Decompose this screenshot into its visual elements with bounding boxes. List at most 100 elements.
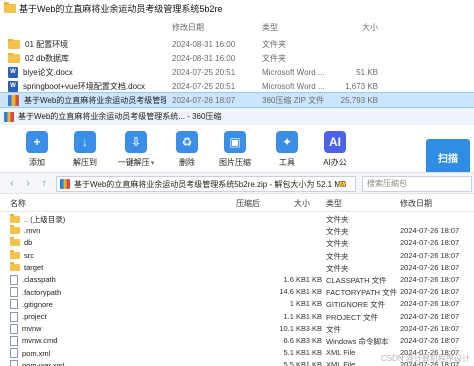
- archive-row[interactable]: .. (上级目录) 文件夹: [0, 212, 474, 224]
- column-type[interactable]: 类型: [262, 22, 278, 33]
- archive-item-name: target: [24, 262, 44, 272]
- image-compress-icon: ▣: [224, 131, 246, 153]
- archive-item-name: .factorypath: [22, 287, 62, 297]
- file-icon: [10, 274, 18, 285]
- zip-app-icon: [4, 111, 14, 122]
- file-type: Microsoft Word ...: [262, 81, 325, 91]
- file-date: 2024-07-26 18:07: [172, 95, 236, 105]
- folder-icon: [8, 38, 20, 49]
- image-compress-button[interactable]: ▣ 图片压缩: [210, 131, 260, 168]
- file-type: Microsoft Word ...: [262, 67, 325, 77]
- forward-arrow-icon[interactable]: ›: [20, 177, 36, 191]
- column-size[interactable]: 大小: [294, 198, 310, 209]
- archive-item-date: 2024-07-26 18:07: [400, 299, 460, 309]
- delete-icon: ♻: [176, 131, 198, 153]
- add-icon: +: [26, 131, 48, 153]
- archive-search-input[interactable]: 搜索压缩包: [362, 176, 472, 192]
- explorer-title: 基于Web的立直麻将业余运动员考级管理系统5b2re: [19, 3, 223, 14]
- zip-archive-icon: [60, 179, 70, 189]
- back-arrow-icon[interactable]: ‹: [4, 177, 20, 191]
- scan-button[interactable]: 扫描: [426, 139, 470, 175]
- archive-item-size: 1 KB: [305, 274, 322, 284]
- archive-item-size: 1 KB: [305, 360, 322, 366]
- address-bar: ‹ › ↑ 基于Web的立直麻将业余运动员考级管理系统5b2re.zip - 解…: [0, 172, 474, 194]
- extract-to-button[interactable]: ↓ 解压到: [60, 131, 110, 168]
- explorer-title-bar: 基于Web的立直麻将业余运动员考级管理系统5b2re: [0, 0, 474, 16]
- archive-item-name: mvnw.cmd: [22, 336, 58, 346]
- up-arrow-icon[interactable]: ↑: [36, 177, 52, 191]
- chevron-down-icon: ▾: [150, 160, 155, 167]
- column-name[interactable]: 名称: [10, 198, 26, 209]
- archive-item-size: 1 KB: [305, 299, 322, 309]
- archive-item-type: XML File: [326, 360, 356, 366]
- archive-row[interactable]: .project 1.1 KB 1 KB PROJECT 文件 2024-07-26 1…: [0, 310, 474, 322]
- column-size[interactable]: 大小: [318, 22, 378, 33]
- zip-window: 基于Web的立直麻将业余运动员考级管理系统... - 360压缩 + 添加 ↓ …: [0, 108, 474, 366]
- archive-row[interactable]: db 文件夹 2024-07-26 18:07: [0, 236, 474, 248]
- column-type[interactable]: 类型: [326, 198, 342, 209]
- file-icon: [10, 311, 18, 322]
- add-button[interactable]: + 添加: [12, 131, 62, 168]
- archive-item-name: mvnw: [22, 324, 42, 334]
- file-date: 2024-08-31 16:00: [172, 39, 236, 49]
- file-size: 51 KB: [356, 67, 378, 77]
- archive-row[interactable]: mvnw 10.1 KB 3 KB 文件 2024-07-26 18:07: [0, 322, 474, 334]
- archive-item-date: 2024-07-26 18:07: [400, 274, 460, 284]
- explorer-row-selected[interactable]: 基于Web的立直麻将业余运动员考级管理... 2024-07-26 18:07 …: [0, 92, 474, 108]
- column-date[interactable]: 修改日期: [400, 198, 432, 209]
- archive-item-date: 2024-07-26 18:07: [400, 250, 460, 260]
- archive-item-type: XML File: [326, 348, 356, 358]
- archive-item-name: db: [24, 238, 33, 248]
- folder-icon: [10, 214, 20, 223]
- one-click-extract-button[interactable]: ⇩ 一键解压▾: [111, 131, 161, 168]
- tools-icon: ✦: [276, 131, 298, 153]
- archive-item-name: pom.xml: [22, 348, 51, 358]
- archive-path-field[interactable]: 基于Web的立直麻将业余运动员考级管理系统5b2re.zip - 解包大小为 5…: [56, 176, 356, 192]
- path-dropdown-chevron-icon[interactable]: [332, 179, 352, 189]
- archive-item-name: .mvn: [24, 226, 41, 236]
- archive-column-header: 名称 压缩后 大小 类型 修改日期: [0, 196, 474, 212]
- archive-row[interactable]: mvnw.cmd 6.6 KB 3 KB Windows 命令脚本 2024-07-26…: [0, 334, 474, 346]
- archive-item-size: 3 KB: [305, 335, 322, 345]
- file-date: 2024-07-25 20:51: [172, 67, 236, 77]
- archive-item-name: src: [24, 250, 34, 260]
- archive-item-size: 1 KB: [305, 348, 322, 358]
- archive-item-date: 2024-07-26 18:07: [400, 311, 460, 321]
- archive-item-size: 1 KB: [305, 287, 322, 297]
- archive-item-size: 3 KB: [305, 323, 322, 333]
- file-name: springboot+vue环境配置文档.docx: [23, 81, 146, 91]
- archive-row[interactable]: .gitignore 1 KB 1 KB GITIGNORE 文件 2024-07-26…: [0, 297, 474, 310]
- explorer-column-header: 修改日期 类型 大小: [0, 17, 474, 37]
- ai-office-button[interactable]: AI AI办公: [310, 131, 360, 168]
- extract-to-icon: ↓: [74, 131, 96, 153]
- archive-item-date: 2024-07-26 18:07: [400, 226, 460, 236]
- file-type: 文件夹: [262, 53, 286, 63]
- file-name: 02 db数据库: [25, 53, 70, 63]
- archive-row[interactable]: src 文件夹 2024-07-26 18:07: [0, 249, 474, 261]
- archive-row[interactable]: .mvn 文件夹 2024-07-26 18:07: [0, 224, 474, 236]
- archive-item-date: 2024-07-26 18:07: [400, 262, 460, 272]
- file-icon: [10, 323, 18, 334]
- explorer-row[interactable]: Wbiye论文.docx 2024-07-25 20:51 Microsoft …: [0, 65, 474, 79]
- zip-window-title: 基于Web的立直麻将业余运动员考级管理系统... - 360压缩: [18, 112, 222, 121]
- folder-icon: [4, 1, 16, 13]
- archive-row[interactable]: target 文件夹 2024-07-26 18:07: [0, 261, 474, 273]
- column-compressed[interactable]: 压缩后: [236, 198, 260, 209]
- archive-row[interactable]: .classpath 1.6 KB 1 KB CLASSPATH 文件 2024-07-…: [0, 273, 474, 285]
- file-type: 360压缩 ZIP 文件: [262, 95, 325, 105]
- file-name: biye论文.docx: [23, 67, 73, 77]
- explorer-row[interactable]: 02 db数据库 2024-08-31 16:00 文件夹: [0, 51, 474, 65]
- file-size: 25,793 KB: [340, 95, 378, 105]
- column-date[interactable]: 修改日期: [172, 22, 204, 33]
- zip-archive-icon: [8, 94, 19, 106]
- explorer-row[interactable]: 01 配置环境 2024-08-31 16:00 文件夹: [0, 37, 474, 51]
- file-date: 2024-08-31 16:00: [172, 53, 236, 63]
- tools-button[interactable]: ✦ 工具: [262, 131, 312, 168]
- delete-button[interactable]: ♻ 删除: [162, 131, 212, 168]
- archive-path: 基于Web的立直麻将业余运动员考级管理系统5b2re.zip - 解包大小为 5…: [74, 179, 347, 189]
- file-type: 文件夹: [262, 39, 286, 49]
- folder-icon: [10, 237, 20, 247]
- explorer-row[interactable]: Wspringboot+vue环境配置文档.docx 2024-07-25 20…: [0, 79, 474, 93]
- folder-icon: [10, 249, 20, 259]
- archive-row[interactable]: .factorypath 14.6 KB 1 KB FACTORYPATH 文件 202…: [0, 285, 474, 298]
